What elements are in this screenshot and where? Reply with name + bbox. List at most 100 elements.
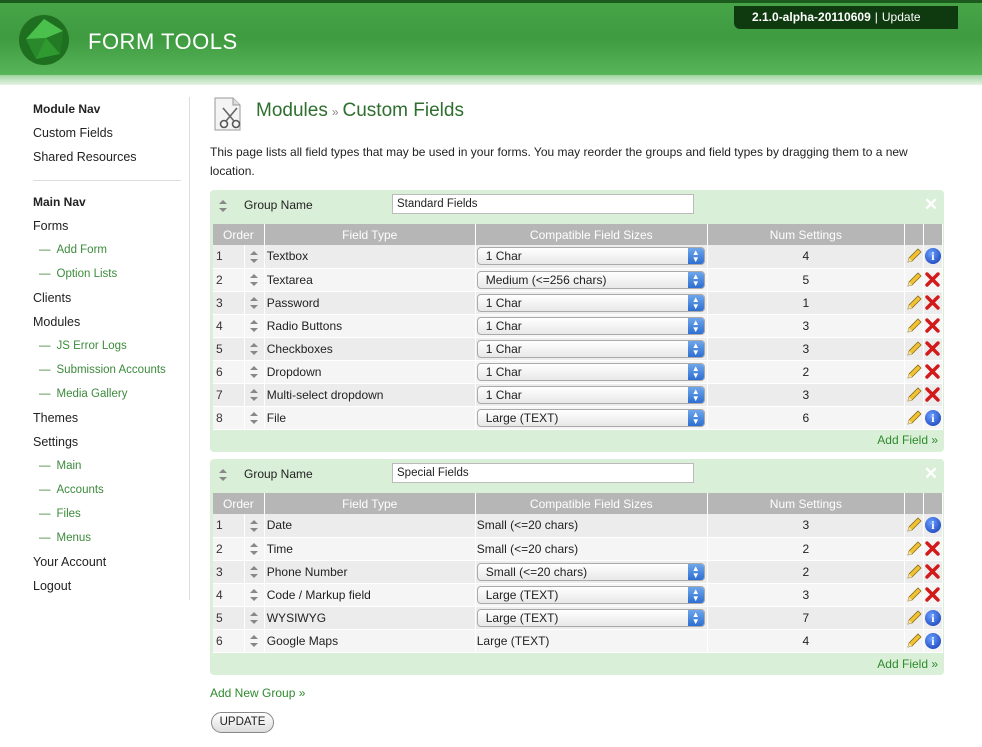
info-icon[interactable]: i [924,409,941,426]
size-select[interactable]: Small (<=20 chars) ▲ ▼ [476,562,705,581]
drag-handle-icon[interactable] [218,199,228,213]
info-icon[interactable]: i [924,248,941,265]
row-drag-handle-icon[interactable] [244,514,265,538]
size-select[interactable]: 1 Char ▲ ▼ [476,293,705,312]
delete-icon[interactable] [925,387,941,402]
size-select[interactable]: 1 Char ▲ ▼ [476,339,705,358]
table-row[interactable]: 3 Phone Number Small (<=20 chars) ▲ ▼ 2 [213,560,944,584]
sidebar-item-js-error-logs[interactable]: — JS Error Logs [33,337,183,361]
table-row[interactable]: 8 File Large (TEXT) ▲ ▼ 6 i [213,406,944,430]
add-field-link[interactable]: Add Field » [877,433,938,447]
row-drag-handle-icon[interactable] [244,291,265,315]
sidebar-item-add-form[interactable]: — Add Form [33,241,183,265]
sidebar-item-accounts[interactable]: — Accounts [33,481,183,505]
sidebar-item-themes[interactable]: Themes [33,409,183,433]
breadcrumb-modules[interactable]: Modules [256,100,328,121]
row-drag-handle-icon[interactable] [244,337,265,361]
edit-icon[interactable] [904,606,924,630]
close-icon[interactable]: ✕ [923,465,939,482]
table-row[interactable]: 1 Date Small (<=20 chars) 3 i [213,514,944,538]
size-select[interactable]: 1 Char ▲ ▼ [476,247,705,266]
edit-icon[interactable] [904,360,924,384]
edit-icon[interactable] [904,537,924,561]
sidebar-item-modules[interactable]: Modules [33,313,183,337]
row-drag-handle-icon[interactable] [244,629,265,653]
edit-icon[interactable] [904,583,924,607]
row-drag-handle-icon[interactable] [244,560,265,584]
delete-icon[interactable] [925,295,941,310]
close-icon[interactable]: ✕ [923,196,939,213]
sidebar-item-files[interactable]: — Files [33,505,183,529]
row-drag-handle-icon[interactable] [244,314,265,338]
table-row[interactable]: 6 Google Maps Large (TEXT) 4 i [213,629,944,653]
delete-icon[interactable] [925,318,941,333]
sidebar-item-shared-resources[interactable]: Shared Resources [33,148,183,172]
sidebar-item-custom-fields[interactable]: Custom Fields [33,124,183,148]
add-new-group-link[interactable]: Add New Group » [210,686,305,700]
row-drag-handle-icon[interactable] [244,583,265,607]
edit-icon[interactable] [904,245,924,269]
field-group-standard[interactable]: Group Name ✕ Order Field Type Compatible… [210,190,944,452]
edit-icon[interactable] [904,314,924,338]
table-row[interactable]: 2 Textarea Medium (<=256 chars) ▲ ▼ 5 [213,268,944,292]
add-field-link[interactable]: Add Field » [877,657,938,671]
row-drag-handle-icon[interactable] [244,268,265,292]
size-select[interactable]: Large (TEXT) ▲ ▼ [476,608,705,627]
sidebar-item-settings[interactable]: Settings [33,433,183,457]
sidebar-item-menus[interactable]: — Menus [33,529,183,553]
sidebar-item-main[interactable]: — Main [33,457,183,481]
edit-icon[interactable] [904,337,924,361]
table-row[interactable]: 4 Code / Markup field Large (TEXT) ▲ ▼ 3 [213,583,944,607]
sidebar-item-logout[interactable]: Logout [33,577,183,601]
sidebar-item-forms[interactable]: Forms [33,217,183,241]
sidebar-item-option-lists[interactable]: — Option Lists [33,265,183,289]
size-select[interactable]: 1 Char ▲ ▼ [476,316,705,335]
table-row[interactable]: 2 Time Small (<=20 chars) 2 [213,537,944,561]
table-row[interactable]: 1 Textbox 1 Char ▲ ▼ 4 i [213,245,944,269]
delete-icon[interactable] [925,341,941,356]
drag-handle-icon[interactable] [218,468,228,482]
info-icon[interactable]: i [924,632,941,649]
table-row[interactable]: 6 Dropdown 1 Char ▲ ▼ 2 [213,360,944,384]
size-select[interactable]: 1 Char ▲ ▼ [476,385,705,404]
sidebar-item-your-account[interactable]: Your Account [33,553,183,577]
table-row[interactable]: 4 Radio Buttons 1 Char ▲ ▼ 3 [213,314,944,338]
update-link[interactable]: Update [882,10,921,24]
group-name-input[interactable] [392,194,694,214]
size-select[interactable]: Large (TEXT) ▲ ▼ [476,408,705,427]
edit-icon[interactable] [904,629,924,653]
sidebar-item-clients[interactable]: Clients [33,289,183,313]
info-icon[interactable]: i [924,517,941,534]
edit-icon[interactable] [904,560,924,584]
table-row[interactable]: 5 WYSIWYG Large (TEXT) ▲ ▼ 7 i [213,606,944,630]
info-icon[interactable]: i [924,609,941,626]
row-drag-handle-icon[interactable] [244,537,265,561]
sidebar-item-submission-accounts[interactable]: — Submission Accounts [33,361,183,385]
row-drag-handle-icon[interactable] [244,245,265,269]
edit-icon[interactable] [904,383,924,407]
row-drag-handle-icon[interactable] [244,383,265,407]
delete-icon[interactable] [925,272,941,287]
sidebar-item-media-gallery[interactable]: — Media Gallery [33,385,183,409]
delete-icon[interactable] [925,541,941,556]
table-row[interactable]: 7 Multi-select dropdown 1 Char ▲ ▼ 3 [213,383,944,407]
group-name-input[interactable] [392,463,694,483]
edit-icon[interactable] [904,406,924,430]
delete-icon[interactable] [925,364,941,379]
field-group-special[interactable]: Group Name ✕ Order Field Type Compatible… [210,459,944,675]
size-select[interactable]: Medium (<=256 chars) ▲ ▼ [476,270,705,289]
edit-icon[interactable] [904,268,924,292]
table-row[interactable]: 5 Checkboxes 1 Char ▲ ▼ 3 [213,337,944,361]
delete-icon[interactable] [925,587,941,602]
row-drag-handle-icon[interactable] [244,606,265,630]
table-row[interactable]: 3 Password 1 Char ▲ ▼ 1 [213,291,944,315]
update-button[interactable]: UPDATE [211,712,274,733]
row-drag-handle-icon[interactable] [244,406,265,430]
size-select[interactable]: 1 Char ▲ ▼ [476,362,705,381]
row-drag-handle-icon[interactable] [244,360,265,384]
size-select[interactable]: Large (TEXT) ▲ ▼ [476,585,705,604]
column-header-order[interactable]: Order [213,493,265,514]
delete-icon[interactable] [925,564,941,579]
edit-icon[interactable] [904,291,924,315]
column-header-order[interactable]: Order [213,224,265,245]
